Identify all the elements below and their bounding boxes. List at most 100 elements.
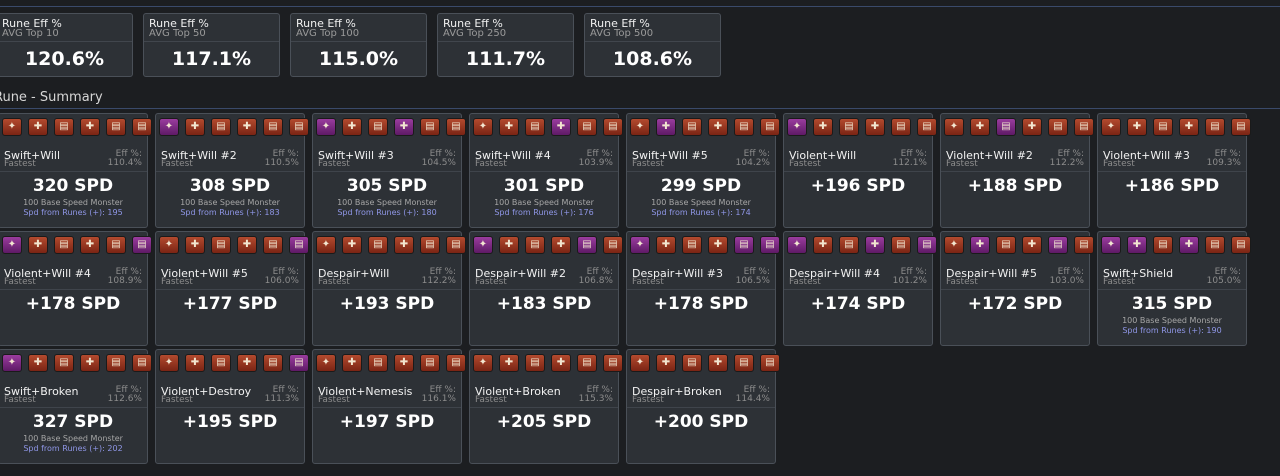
fastest-label: Fastest	[161, 277, 193, 287]
rune-icon: ✦	[944, 118, 964, 136]
rune-set-card[interactable]: ✦ ✚ ▤ ✚ ▤ ▤ Violent+Will Fastest Eff %: 112.1% +19…	[783, 113, 937, 228]
card-divider	[784, 171, 932, 172]
speed-value: 315 SPD	[1131, 294, 1213, 314]
rune-set-card[interactable]: ✦ ✚ ▤ ✚ ▤ ▤ Violent+Will #3 Fastest Eff %: 109.3%…	[1097, 113, 1251, 228]
rune-icon: ▤	[368, 354, 388, 372]
rune-icon: ✚	[1127, 236, 1147, 254]
rune-icon: ✚	[970, 236, 990, 254]
rune-set-card[interactable]: ✦ ✚ ▤ ✚ ▤ ▤ Swift+Will #5 Fastest Eff %: 104.2% 29…	[626, 113, 780, 228]
rune-icon: ✚	[499, 236, 519, 254]
rune-icon: ▤	[54, 118, 74, 136]
rune-set-card[interactable]: ✦ ✚ ▤ ✚ ▤ ▤ Violent+Will #5 Fastest Eff %: 106.0%…	[155, 231, 309, 346]
rune-icon: ✚	[28, 236, 48, 254]
rune-icon: ▤	[132, 236, 152, 254]
rune-icon: ▤	[760, 118, 780, 136]
rune-set-card[interactable]: ✦ ✚ ▤ ✚ ▤ ▤ Despair+Will #3 Fastest Eff %: 106.5%…	[626, 231, 780, 346]
eff-value: 111.3%	[264, 394, 299, 404]
rune-set-card[interactable]: ✦ ✚ ▤ ✚ ▤ ▤ Swift+Will #4 Fastest Eff %: 103.9% 30…	[469, 113, 623, 228]
eff-value: 112.6%	[107, 394, 142, 404]
rune-set-card[interactable]: ✦ ✚ ▤ ✚ ▤ ▤ Violent+Nemesis Fastest Eff %: 116.1%…	[312, 349, 466, 464]
rune-icon: ▤	[525, 354, 545, 372]
avg-eff-divider	[291, 41, 426, 42]
avg-eff-value: 117.1%	[171, 48, 252, 70]
avg-eff-subtitle: AVG Top 50	[149, 28, 206, 39]
rune-icon: ✚	[499, 118, 519, 136]
rune-set-card[interactable]: ✦ ✚ ▤ ✚ ▤ ▤ Despair+Will #2 Fastest Eff %: 106.8%…	[469, 231, 623, 346]
fastest-label: Fastest	[4, 277, 36, 287]
rune-icon: ▤	[289, 354, 309, 372]
rune-icon: ✦	[316, 236, 336, 254]
rune-icon: ✦	[630, 118, 650, 136]
rune-icon: ✚	[1179, 236, 1199, 254]
rune-icon: ▤	[106, 118, 126, 136]
rune-icon: ▤	[54, 354, 74, 372]
eff-value: 106.8%	[578, 276, 613, 286]
speed-value: +195 SPD	[182, 412, 278, 432]
rune-icon: ▤	[211, 118, 231, 136]
rune-set-card[interactable]: ✦ ✚ ▤ ✚ ▤ ▤ Violent+Destroy Fastest Eff %: 111.3%…	[155, 349, 309, 464]
rune-set-card[interactable]: ✦ ✚ ▤ ✚ ▤ ▤ Swift+Will #2 Fastest Eff %: 110.5% 30…	[155, 113, 309, 228]
rune-icon: ✦	[159, 354, 179, 372]
rune-set-card[interactable]: ✦ ✚ ▤ ✚ ▤ ▤ Violent+Broken Fastest Eff %: 115.3% +…	[469, 349, 623, 464]
spd-from-runes: Spd from Runes (+): 174	[651, 208, 751, 217]
rune-icon: ✦	[473, 236, 493, 254]
rune-icon: ✚	[394, 354, 414, 372]
spd-from-runes: Spd from Runes (+): 190	[1122, 326, 1222, 335]
rune-icon: ✦	[787, 236, 807, 254]
rune-icon: ▤	[1153, 118, 1173, 136]
speed-value: +174 SPD	[810, 294, 906, 314]
rune-set-card[interactable]: ✦ ✚ ▤ ✚ ▤ ▤ Violent+Will #4 Fastest Eff %: 108.9%…	[0, 231, 152, 346]
eff-value: 114.4%	[735, 394, 770, 404]
speed-value: +177 SPD	[182, 294, 278, 314]
rune-icon: ▤	[839, 118, 859, 136]
card-divider	[627, 171, 775, 172]
rune-set-card[interactable]: ✦ ✚ ▤ ✚ ▤ ▤ Swift+Will Fastest Eff %: 110.4% 320 S…	[0, 113, 152, 228]
rune-icon: ✦	[159, 236, 179, 254]
speed-value: +188 SPD	[967, 176, 1063, 196]
speed-value: +178 SPD	[653, 294, 749, 314]
fastest-label: Fastest	[318, 395, 350, 405]
base-speed-note: 100 Base Speed Monster	[494, 198, 594, 207]
rune-icon: ▤	[996, 118, 1016, 136]
rune-icon: ▤	[891, 118, 911, 136]
rune-set-card[interactable]: ✦ ✚ ▤ ✚ ▤ ▤ Despair+Will Fastest Eff %: 112.2% +19…	[312, 231, 466, 346]
rune-set-card[interactable]: ✦ ✚ ▤ ✚ ▤ ▤ Swift+Shield Fastest Eff %: 105.0% 315…	[1097, 231, 1251, 346]
spd-from-runes: Spd from Runes (+): 195	[23, 208, 123, 217]
rune-set-card[interactable]: ✦ ✚ ▤ ✚ ▤ ▤ Swift+Will #3 Fastest Eff %: 104.5% 30…	[312, 113, 466, 228]
eff-value: 104.5%	[421, 158, 456, 168]
avg-eff-card: Rune Eff % AVG Top 10 120.6%	[0, 13, 133, 77]
card-divider	[470, 407, 618, 408]
card-divider	[0, 171, 147, 172]
avg-eff-value: 108.6%	[612, 48, 693, 70]
avg-eff-divider	[585, 41, 720, 42]
rune-icon: ✚	[656, 118, 676, 136]
fastest-label: Fastest	[1103, 277, 1135, 287]
rune-icon: ✦	[316, 354, 336, 372]
rune-icon: ▤	[289, 236, 309, 254]
speed-value: +193 SPD	[339, 294, 435, 314]
rune-icon: ✚	[656, 236, 676, 254]
rune-icon: ✦	[2, 354, 22, 372]
rune-icon: ✚	[80, 236, 100, 254]
fastest-label: Fastest	[789, 277, 821, 287]
spd-from-runes: Spd from Runes (+): 183	[180, 208, 280, 217]
rune-set-card[interactable]: ✦ ✚ ▤ ✚ ▤ ▤ Despair+Broken Fastest Eff %: 114.4% +…	[626, 349, 780, 464]
avg-eff-card: Rune Eff % AVG Top 500 108.6%	[584, 13, 721, 77]
rune-icon: ▤	[1231, 118, 1251, 136]
card-divider	[1098, 171, 1246, 172]
eff-value: 106.0%	[264, 276, 299, 286]
base-speed-note: 100 Base Speed Monster	[337, 198, 437, 207]
eff-value: 104.2%	[735, 158, 770, 168]
rune-icon: ✚	[813, 236, 833, 254]
rune-set-card[interactable]: ✦ ✚ ▤ ✚ ▤ ▤ Violent+Will #2 Fastest Eff %: 112.2%…	[940, 113, 1094, 228]
rune-icon: ▤	[917, 236, 937, 254]
rune-set-card[interactable]: ✦ ✚ ▤ ✚ ▤ ▤ Swift+Broken Fastest Eff %: 112.6% 327…	[0, 349, 152, 464]
rune-icon: ▤	[682, 118, 702, 136]
avg-eff-subtitle: AVG Top 10	[2, 28, 59, 39]
rune-set-card[interactable]: ✦ ✚ ▤ ✚ ▤ ▤ Despair+Will #5 Fastest Eff %: 103.0%…	[940, 231, 1094, 346]
rune-icon: ✚	[708, 118, 728, 136]
rune-set-card[interactable]: ✦ ✚ ▤ ✚ ▤ ▤ Despair+Will #4 Fastest Eff %: 101.2%…	[783, 231, 937, 346]
avg-eff-subtitle: AVG Top 100	[296, 28, 360, 39]
rune-icon: ▤	[525, 236, 545, 254]
rune-icon: ✦	[159, 118, 179, 136]
